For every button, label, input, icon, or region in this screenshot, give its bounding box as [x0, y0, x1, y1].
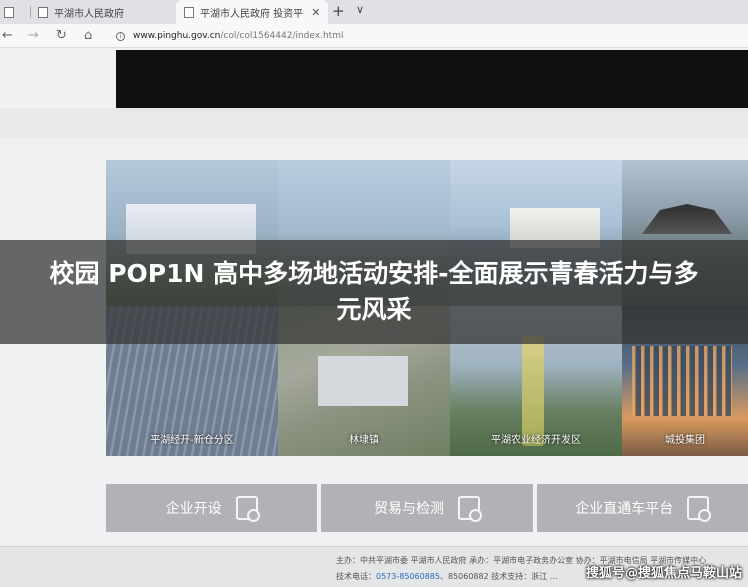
zone-label: 林埭镇 — [349, 435, 379, 446]
building-photo — [318, 356, 408, 406]
footer-contact: 技术电话：0573-85060885、85060882 技术支持：浙江 … — [336, 571, 558, 582]
top-banner — [116, 50, 748, 108]
headline-title: 校园 POP1N 高中多场地活动安排-全面展示青春活力与多元风采 — [49, 259, 699, 324]
tab-investment-platform[interactable]: 平湖市人民政府 投资平 ✕ — [176, 0, 328, 24]
browser-address-bar: ← → ↻ ⌂ i www.pinghu.gov.cn /col/col1564… — [0, 24, 748, 48]
document-search-icon — [235, 496, 260, 522]
url-host: www.pinghu.gov.cn — [133, 31, 221, 41]
service-label: 贸易与检测 — [373, 501, 444, 517]
headline-overlay: 校园 POP1N 高中多场地活动安排-全面展示青春活力与多元风采 — [0, 240, 748, 344]
forward-arrow-icon[interactable]: → — [28, 28, 39, 43]
tab-pinghu-gov[interactable]: 平湖市人民政府 — [0, 0, 170, 24]
page-icon — [38, 6, 48, 18]
footer-phone-rest: 、85060882 技术支持：浙江 … — [439, 572, 558, 581]
zone-label: 城投集团 — [665, 435, 705, 446]
service-trade-inspection-button[interactable]: 贸易与检测 — [321, 484, 533, 532]
document-check-icon — [687, 496, 712, 522]
home-icon[interactable]: ⌂ — [84, 28, 92, 43]
page-upper-area — [0, 108, 748, 138]
zone-label: 平湖农业经济开发区 — [491, 435, 581, 446]
tab-list-chevron-icon[interactable]: ∨ — [356, 3, 364, 16]
city-night-photo — [632, 346, 732, 416]
building-photo — [642, 204, 732, 234]
back-arrow-icon[interactable]: ← — [2, 28, 13, 43]
footer-phone-link[interactable]: 0573-85060885 — [376, 572, 440, 581]
service-label: 企业开设 — [165, 501, 222, 517]
checklist-icon — [457, 496, 482, 522]
sohu-watermark: 搜狐号@搜狐焦点马鞍山站 — [585, 566, 742, 581]
page-icon — [184, 6, 194, 18]
url-path: /col/col1564442/index.html — [220, 31, 344, 41]
tab-label: 平湖市人民政府 投资平 — [200, 8, 304, 20]
page-icon — [4, 6, 14, 18]
service-shortcuts: 企业开设 贸易与检测 企业直通车平台 — [106, 484, 748, 532]
site-info-icon[interactable]: i — [116, 31, 125, 41]
tab-label: 平湖市人民政府 — [54, 8, 124, 20]
tower-photo — [522, 336, 544, 446]
browser-tab-bar: 平湖市人民政府 平湖市人民政府 投资平 ✕ + ∨ — [0, 0, 748, 24]
new-tab-button[interactable]: + — [332, 2, 345, 20]
close-tab-icon[interactable]: ✕ — [311, 6, 320, 19]
footer-phone-label: 技术电话： — [336, 572, 376, 581]
service-enterprise-setup-button[interactable]: 企业开设 — [106, 484, 318, 532]
zone-label: 平湖经开-新仓分区 — [150, 435, 234, 446]
service-label: 企业直通车平台 — [575, 501, 674, 517]
reload-icon[interactable]: ↻ — [56, 28, 67, 43]
service-enterprise-express-button[interactable]: 企业直通车平台 — [536, 484, 748, 532]
url-field[interactable]: i www.pinghu.gov.cn /col/col1564442/inde… — [116, 27, 748, 45]
tab-separator — [30, 6, 31, 18]
